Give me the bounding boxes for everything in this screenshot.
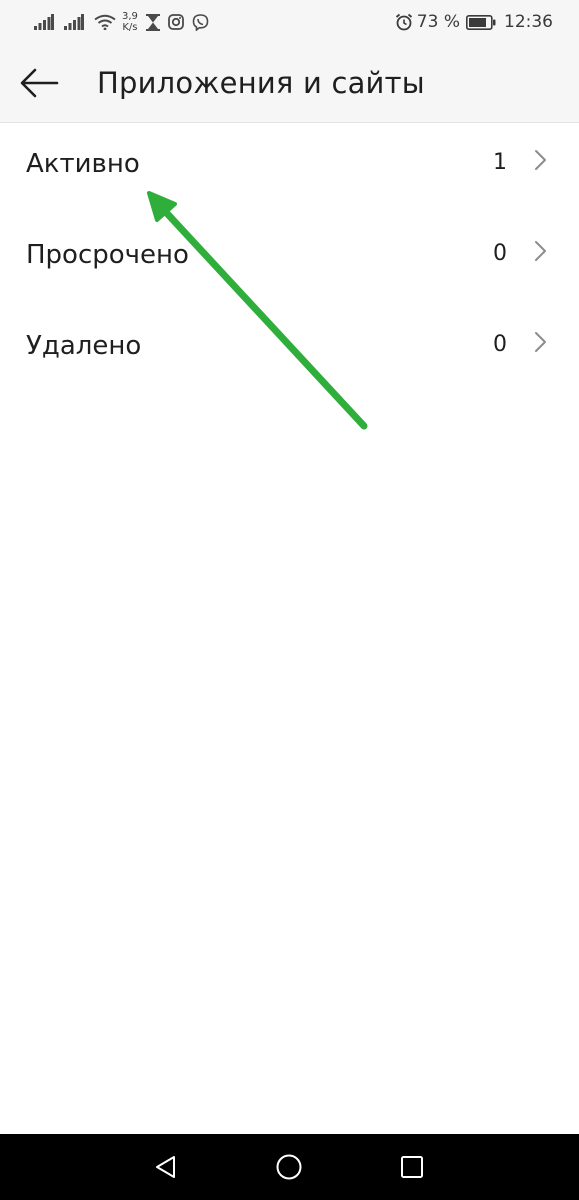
- chevron-right-icon: [535, 150, 546, 170]
- hourglass-icon: [145, 13, 160, 31]
- status-left-icons: 3,9 K/s: [34, 0, 209, 44]
- recents-square-icon: [401, 1156, 423, 1178]
- list-item-label: Просрочено: [26, 240, 189, 270]
- navigation-bar: [0, 1134, 579, 1200]
- clock: 12:36: [504, 12, 553, 32]
- home-circle-icon: [276, 1154, 302, 1180]
- list-item-count: 0: [493, 332, 507, 357]
- back-arrow-icon: [20, 68, 59, 98]
- list-item-label: Удалено: [26, 331, 142, 361]
- chevron-right-icon: [535, 241, 546, 261]
- instagram-icon: [168, 14, 184, 30]
- status-right-icons: 73 % 12:36: [395, 0, 553, 44]
- signal-icon: [64, 14, 84, 30]
- signal-icon: [34, 14, 54, 30]
- nav-home-button[interactable]: [269, 1147, 309, 1187]
- toolbar: Приложения и сайты: [0, 44, 579, 123]
- list-item-count: 0: [493, 241, 507, 266]
- list-item-count: 1: [493, 150, 507, 175]
- speed-unit: K/s: [122, 22, 138, 33]
- list-item-active[interactable]: Активно 1: [0, 123, 579, 214]
- battery-percent: 73 %: [416, 12, 460, 32]
- alarm-icon: [395, 13, 412, 31]
- back-triangle-icon: [156, 1156, 175, 1178]
- wifi-icon: [94, 14, 116, 30]
- viber-icon: [192, 13, 209, 31]
- list-item-label: Активно: [26, 149, 140, 179]
- status-bar: 3,9 K/s 73 % 12:36: [0, 0, 579, 44]
- back-button[interactable]: [14, 58, 64, 108]
- category-list: Активно 1 Просрочено 0 Удалено 0: [0, 123, 579, 396]
- list-item-deleted[interactable]: Удалено 0: [0, 305, 579, 396]
- speed-value: 3,9: [122, 11, 138, 22]
- nav-recents-button[interactable]: [392, 1147, 432, 1187]
- page-title: Приложения и сайты: [97, 66, 425, 100]
- chevron-right-icon: [535, 332, 546, 352]
- nav-back-button[interactable]: [146, 1147, 186, 1187]
- screen: 3,9 K/s 73 % 12:36 Приложения и сайты Ак…: [0, 0, 579, 1200]
- network-speed: 3,9 K/s: [122, 11, 138, 33]
- list-item-expired[interactable]: Просрочено 0: [0, 214, 579, 305]
- battery-icon: [466, 14, 496, 30]
